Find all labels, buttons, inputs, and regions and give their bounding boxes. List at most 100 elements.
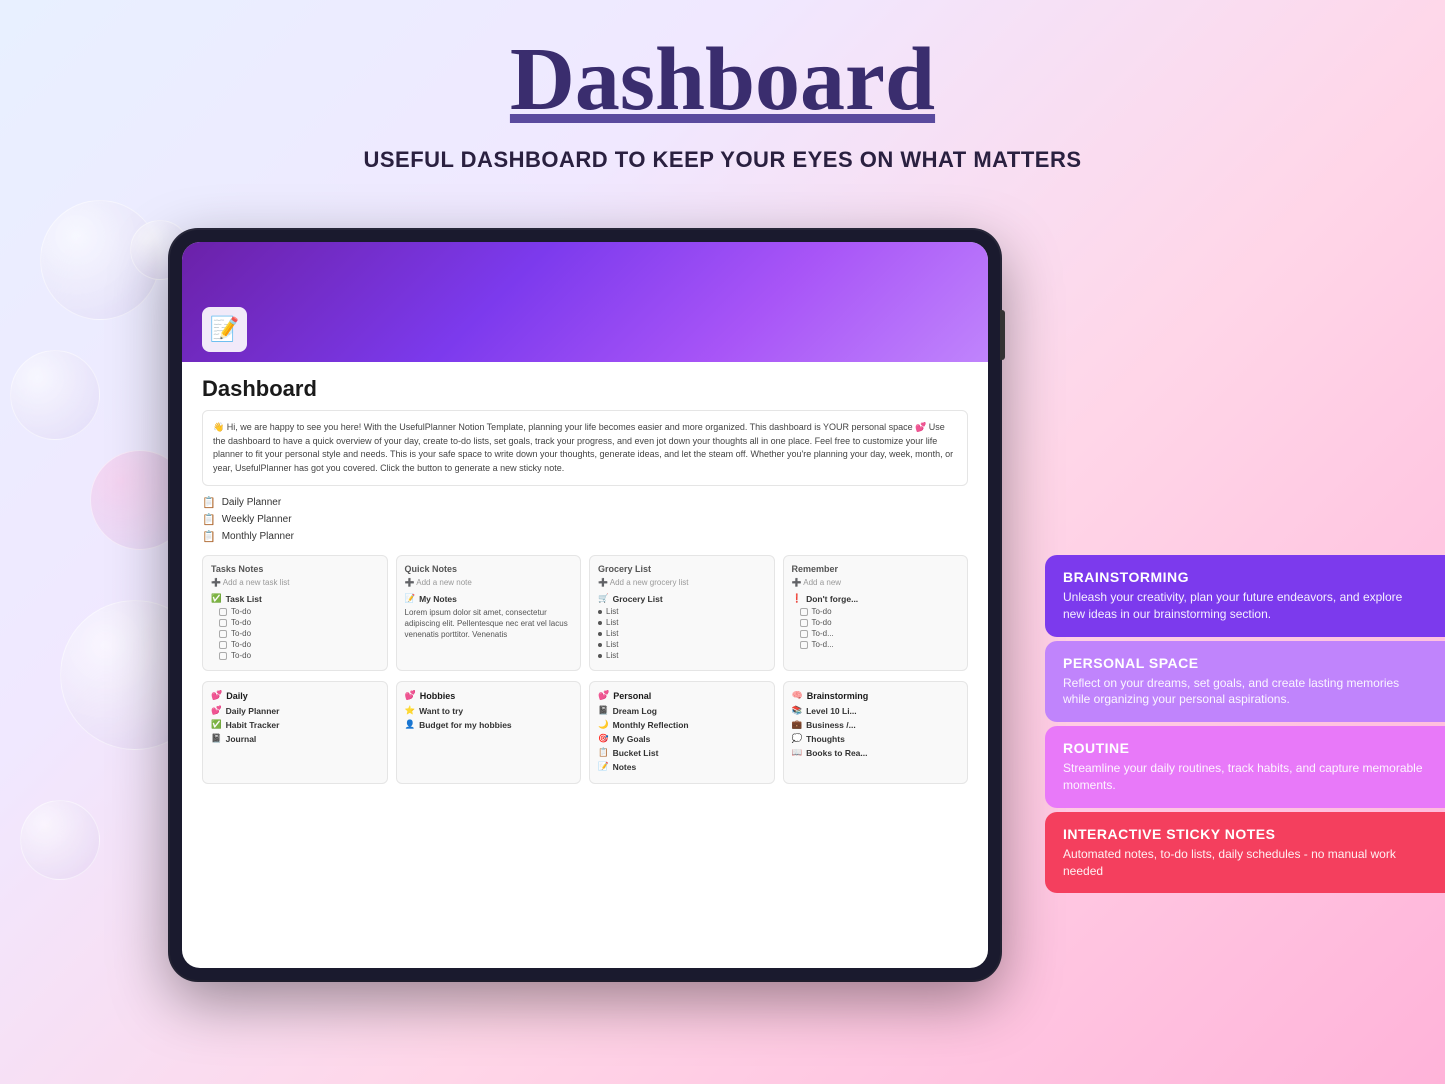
my-goals-item[interactable]: 🎯My Goals [598, 733, 766, 744]
todo-item-4[interactable]: To-do [219, 640, 379, 649]
planner-link-monthly[interactable]: 📋 Monthly Planner [202, 530, 968, 543]
tablet-side-button [1000, 310, 1005, 360]
rem-checkbox-2 [800, 619, 808, 627]
bullet-4 [598, 643, 602, 647]
rem-todo-2[interactable]: To-do [800, 618, 960, 627]
rem-todo-1[interactable]: To-do [800, 607, 960, 616]
journal-item[interactable]: 📓Journal [211, 733, 379, 744]
remember-card: Remember ➕ Add a new ❗ Don't forge... To… [783, 555, 969, 671]
decorative-bubble-4 [20, 800, 100, 880]
notes-item[interactable]: 📝Notes [598, 761, 766, 772]
thoughts-label: Thoughts [806, 734, 845, 744]
dont-forget-label: Don't forge... [806, 594, 858, 604]
hobbies-budget-item[interactable]: 👤Budget for my hobbies [405, 719, 573, 730]
grid-row-2: 💕 Daily 💕Daily Planner ✅Habit Tracker 📓J… [202, 681, 968, 784]
task-list-item[interactable]: ✅ Task List [211, 593, 379, 604]
grocery-sub-1: List [598, 607, 766, 616]
quick-notes-label: Quick Notes [405, 564, 458, 574]
level10-item[interactable]: 📚Level 10 Li... [792, 705, 960, 716]
rem-checkbox-3 [800, 630, 808, 638]
grocery-list-label: Grocery List [598, 564, 651, 574]
bullet-1 [598, 610, 602, 614]
rem-checkbox-1 [800, 608, 808, 616]
tablet-content: Dashboard 👋 Hi, we are happy to see you … [182, 362, 988, 968]
habit-tracker-item[interactable]: ✅Habit Tracker [211, 719, 379, 730]
business-item[interactable]: 💼Business /... [792, 719, 960, 730]
checkbox-3 [219, 630, 227, 638]
brainstorming-panel-title: BRAINSTORMING [1063, 569, 1427, 585]
grocery-icon: 🛒 [598, 593, 609, 604]
monthly-planner-label: Monthly Planner [222, 531, 294, 542]
todo-item-1[interactable]: To-do [219, 607, 379, 616]
tasks-notes-card: Tasks Notes ➕ Add a new task list ✅ Task… [202, 555, 388, 671]
daily-card-title: 💕 Daily [211, 690, 379, 701]
quick-notes-add-new[interactable]: ➕ Add a new note [405, 578, 573, 587]
bullet-2 [598, 621, 602, 625]
monthly-reflection-item[interactable]: 🌙Monthly Reflection [598, 719, 766, 730]
daily-planner-item[interactable]: 💕Daily Planner [211, 705, 379, 716]
page-header: Dashboard USEFUL DASHBOARD TO KEEP YOUR … [0, 0, 1445, 173]
my-thoughts-item[interactable]: 💭Thoughts [792, 733, 960, 744]
grocery-item-main[interactable]: 🛒 Grocery List [598, 593, 766, 604]
todo-item-5[interactable]: To-do [219, 651, 379, 660]
personal-card-label: Personal [613, 691, 651, 701]
right-panels: BRAINSTORMING Unleash your creativity, p… [1045, 555, 1445, 893]
rem-checkbox-4 [800, 641, 808, 649]
dont-forget-item[interactable]: ❗ Don't forge... [792, 593, 960, 604]
checkbox-5 [219, 652, 227, 660]
tasks-add-new[interactable]: ➕ Add a new task list [211, 578, 379, 587]
grocery-sub-4: List [598, 640, 766, 649]
brainstorming-panel: BRAINSTORMING Unleash your creativity, p… [1045, 555, 1445, 637]
remember-label: Remember [792, 564, 839, 574]
remember-add-new[interactable]: ➕ Add a new [792, 578, 960, 587]
brainstorming-card: 🧠 Brainstorming 📚Level 10 Li... 💼Busines… [783, 681, 969, 784]
tasks-notes-header: Tasks Notes [211, 564, 379, 574]
dashboard-description: 👋 Hi, we are happy to see you here! With… [202, 410, 968, 486]
grocery-add-new[interactable]: ➕ Add a new grocery list [598, 578, 766, 587]
brainstorming-panel-desc: Unleash your creativity, plan your futur… [1063, 589, 1427, 623]
planner-link-weekly[interactable]: 📋 Weekly Planner [202, 513, 968, 526]
note-body-text: Lorem ipsum dolor sit amet, consectetur … [405, 607, 573, 641]
tablet-device: 📝 Dashboard 👋 Hi, we are happy to see yo… [170, 230, 1000, 980]
personal-panel-title: PERSONAL SPACE [1063, 655, 1427, 671]
grocery-label: Grocery List [613, 594, 663, 604]
bucket-list-item[interactable]: 📋Bucket List [598, 747, 766, 758]
personal-space-panel: PERSONAL SPACE Reflect on your dreams, s… [1045, 641, 1445, 723]
planner-link-daily[interactable]: 📋 Daily Planner [202, 496, 968, 509]
brainstorming-card-label: Brainstorming [807, 691, 869, 701]
weekly-planner-label: Weekly Planner [222, 514, 292, 525]
my-notes-label: My Notes [419, 594, 457, 604]
grid-row-1: Tasks Notes ➕ Add a new task list ✅ Task… [202, 555, 968, 671]
hobbies-card-emoji: 💕 [405, 690, 416, 701]
monthly-planner-icon: 📋 [202, 530, 216, 543]
routine-panel-title: ROUTINE [1063, 740, 1427, 756]
tablet-app-icon: 📝 [202, 307, 247, 352]
tablet-header-bar: 📝 [182, 242, 988, 362]
routine-panel: ROUTINE Streamline your daily routines, … [1045, 726, 1445, 808]
interactive-panel: INTERACTIVE STICKY NOTES Automated notes… [1045, 812, 1445, 894]
my-notes-item[interactable]: 📝 My Notes [405, 593, 573, 604]
daily-card-emoji: 💕 [211, 690, 222, 701]
daily-planner-icon: 📋 [202, 496, 216, 509]
dream-log-item[interactable]: 📓Dream Log [598, 705, 766, 716]
todo-item-3[interactable]: To-do [219, 629, 379, 638]
want-to-try-item[interactable]: ⭐Want to try [405, 705, 573, 716]
rem-todo-3[interactable]: To-d... [800, 629, 960, 638]
my-notes-icon: 📝 [405, 593, 416, 604]
checkbox-4 [219, 641, 227, 649]
personal-card: 💕 Personal 📓Dream Log 🌙Monthly Reflectio… [589, 681, 775, 784]
notes-label: Notes [613, 762, 637, 772]
grocery-list-card: Grocery List ➕ Add a new grocery list 🛒 … [589, 555, 775, 671]
page-title: Dashboard [0, 30, 1445, 129]
task-list-label: Task List [226, 594, 262, 604]
books-to-read-item[interactable]: 📖Books to Rea... [792, 747, 960, 758]
todo-item-2[interactable]: To-do [219, 618, 379, 627]
grocery-sub-2: List [598, 618, 766, 627]
bullet-3 [598, 632, 602, 636]
tasks-notes-label: Tasks Notes [211, 564, 263, 574]
grocery-list-header: Grocery List [598, 564, 766, 574]
grocery-sub-3: List [598, 629, 766, 638]
personal-panel-desc: Reflect on your dreams, set goals, and c… [1063, 675, 1427, 709]
page-subtitle: USEFUL DASHBOARD TO KEEP YOUR EYES ON WH… [0, 147, 1445, 173]
rem-todo-4[interactable]: To-d... [800, 640, 960, 649]
